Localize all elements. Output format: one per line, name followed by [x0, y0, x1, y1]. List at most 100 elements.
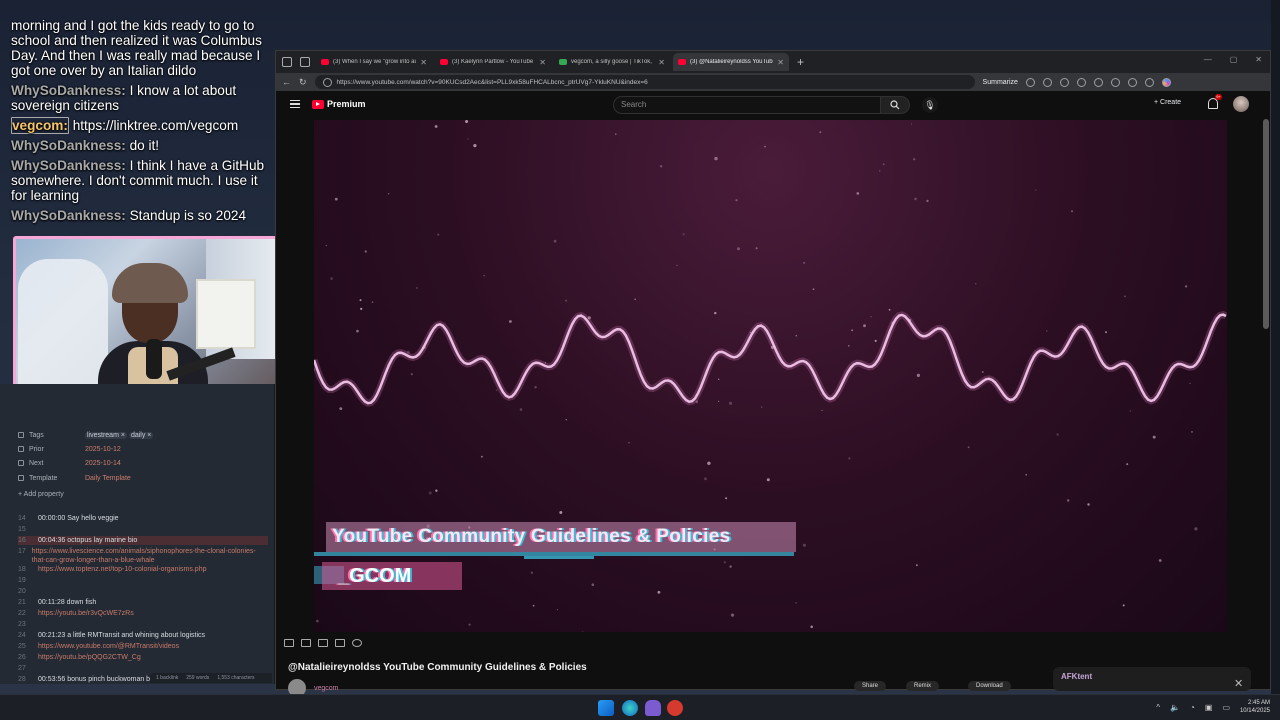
read-aloud-icon[interactable]	[1025, 77, 1035, 87]
refresh-icon[interactable]: ↻	[299, 77, 307, 88]
scrollbar[interactable]	[1263, 119, 1269, 329]
note-line[interactable]: 17 https://www.livescience.com/animals/si…	[18, 547, 268, 565]
tab-close-icon[interactable]: ✕	[420, 58, 427, 67]
cast-icon[interactable]	[301, 639, 311, 647]
volume-icon[interactable]: 🔈	[1170, 703, 1180, 712]
site-info-icon[interactable]	[322, 77, 332, 87]
note-line[interactable]: 26 https://youtu.be/pQQG2CTW_Cg	[18, 653, 268, 662]
remix-button[interactable]: Remix	[906, 681, 940, 691]
prop-tags[interactable]: Tags livestream × daily ×	[18, 429, 155, 441]
share-button[interactable]: Share	[854, 681, 887, 691]
particle	[416, 287, 418, 289]
new-tab-button[interactable]: +	[797, 55, 804, 69]
search-input[interactable]: Search	[613, 96, 881, 114]
tab-close-icon[interactable]: ✕	[658, 58, 665, 67]
download-icon[interactable]	[1110, 77, 1120, 87]
theater-icon[interactable]	[335, 639, 345, 647]
favorites-icon[interactable]	[1076, 77, 1086, 87]
note-line[interactable]: 22 https://youtu.be/r3vQcWE7zRs	[18, 609, 268, 618]
maximize-icon[interactable]: ▢	[1230, 55, 1238, 64]
loop-icon[interactable]	[284, 639, 294, 647]
channel-name[interactable]: vegcom	[314, 685, 339, 692]
tag-chip[interactable]: daily ×	[128, 431, 154, 439]
backlink-count[interactable]: 1 backlink	[156, 675, 178, 681]
note-line[interactable]: 20	[18, 587, 268, 596]
tab-actions-icon[interactable]	[300, 57, 310, 67]
prop-value[interactable]: 2025-10-12	[85, 446, 121, 453]
clock[interactable]: 2:45 AM 10/14/2025	[1240, 699, 1270, 715]
tab-close-icon[interactable]: ✕	[777, 58, 784, 67]
prop-value[interactable]: Daily Template	[85, 475, 131, 482]
note-line[interactable]: 18 https://www.toptenz.net/top-10-colonia…	[18, 565, 268, 574]
note-link[interactable]: https://youtu.be/pQQG2CTW_Cg	[38, 653, 141, 662]
note-line[interactable]: 23	[18, 620, 268, 629]
browser-tab[interactable]: (3) Kaelynn Partlow - YouTube ✕	[435, 53, 551, 71]
close-icon[interactable]: ✕	[1234, 677, 1243, 690]
particle	[1071, 210, 1073, 213]
note-link[interactable]: https://youtu.be/r3vQcWE7zRs	[38, 609, 134, 618]
address-bar-row: ← ↻ https://www.youtube.com/watch?v=90KU…	[276, 73, 1270, 91]
particle	[435, 489, 438, 492]
network-icon[interactable]: ▣	[1205, 703, 1213, 712]
voice-search-icon[interactable]: 🎙	[922, 97, 938, 113]
battery-icon[interactable]: ▭	[1222, 703, 1230, 712]
wifi-icon[interactable]: ◔	[1190, 703, 1195, 712]
avatar[interactable]	[1233, 96, 1249, 112]
note-line[interactable]: 19	[18, 576, 268, 585]
note-text: 00:00:00 Say hello veggie	[38, 515, 119, 522]
minimize-icon[interactable]: —	[1204, 55, 1212, 64]
note-line[interactable]: 14 00:00:00 Say hello veggie	[18, 514, 268, 523]
tag-chip[interactable]: livestream ×	[85, 431, 127, 439]
history-icon[interactable]	[1093, 77, 1103, 87]
browser-tab[interactable]: (3) When I say we "grow into auti ✕	[316, 53, 432, 71]
particle	[729, 565, 732, 568]
note-link[interactable]: https://www.youtube.com/@RMTransit/video…	[38, 642, 179, 651]
miniplayer-icon[interactable]	[318, 639, 328, 647]
note-line[interactable]: 21 00:11:28 down fish	[18, 598, 268, 607]
note-line[interactable]: 24 00:21:23 a little RMTransit and whinin…	[18, 631, 268, 640]
taskbar: ^ 🔈 ◔ ▣ ▭ 2:45 AM 10/14/2025	[0, 694, 1280, 720]
start-icon[interactable]	[598, 700, 614, 716]
particle	[334, 197, 338, 201]
tab-close-icon[interactable]: ✕	[539, 58, 546, 67]
summarize-button[interactable]: Summarize	[983, 79, 1018, 86]
browser-tab[interactable]: (3) @Natalieireynoldss YouTube ✕	[673, 53, 789, 71]
particle	[556, 609, 559, 611]
browser-tab[interactable]: vegcom, a silly goose | TikTok, Tw ✕	[554, 53, 670, 71]
favorite-icon[interactable]	[1042, 77, 1052, 87]
obsidian-icon[interactable]	[645, 700, 661, 716]
youtube-logo[interactable]: Premium	[312, 99, 366, 109]
note-line[interactable]: 25 https://www.youtube.com/@RMTransit/vid…	[18, 642, 268, 651]
close-icon[interactable]: ✕	[1255, 55, 1262, 64]
particle	[848, 457, 851, 460]
menu-icon[interactable]	[290, 100, 300, 108]
create-button[interactable]: + Create	[1154, 99, 1181, 106]
prop-value[interactable]: 2025-10-14	[85, 460, 121, 467]
workspace-icon[interactable]	[282, 57, 292, 67]
note-line[interactable]: 27	[18, 664, 268, 673]
chevron-up-icon[interactable]: ^	[1156, 703, 1160, 712]
extensions-icon[interactable]	[1059, 77, 1069, 87]
back-icon[interactable]: ←	[282, 77, 291, 87]
copilot-icon[interactable]	[1161, 77, 1171, 87]
prop-template[interactable]: Template Daily Template	[18, 472, 131, 484]
prop-next[interactable]: Next 2025-10-14	[18, 457, 121, 469]
line-number: 15	[18, 526, 26, 533]
edge-icon[interactable]	[622, 700, 638, 716]
tab-bar: (3) When I say we "grow into auti ✕ (3) Ka…	[276, 51, 1270, 73]
url-field[interactable]: https://www.youtube.com/watch?v=90KUCsd2…	[314, 75, 975, 89]
profile-icon[interactable]	[1127, 77, 1137, 87]
app-icon[interactable]	[667, 700, 683, 716]
prop-prior[interactable]: Prior 2025-10-12	[18, 443, 121, 455]
afk-panel[interactable]: AFKtent	[1053, 667, 1251, 691]
settings-icon[interactable]	[352, 639, 362, 647]
note-line[interactable]: 15	[18, 525, 268, 534]
note-link[interactable]: https://www.livescience.com/animals/siph…	[32, 547, 268, 565]
download-button[interactable]: Download	[968, 681, 1011, 691]
menu-icon[interactable]	[1144, 77, 1154, 87]
add-property-button[interactable]: + Add property	[18, 488, 64, 500]
note-link[interactable]: https://www.toptenz.net/top-10-colonial-…	[38, 565, 206, 574]
search-button[interactable]	[880, 96, 910, 114]
video-player[interactable]: YouTube Community Guidelines & Policies …	[314, 120, 1227, 632]
note-line[interactable]: 16 00:04:36 octopus lay marine bio	[18, 536, 268, 545]
